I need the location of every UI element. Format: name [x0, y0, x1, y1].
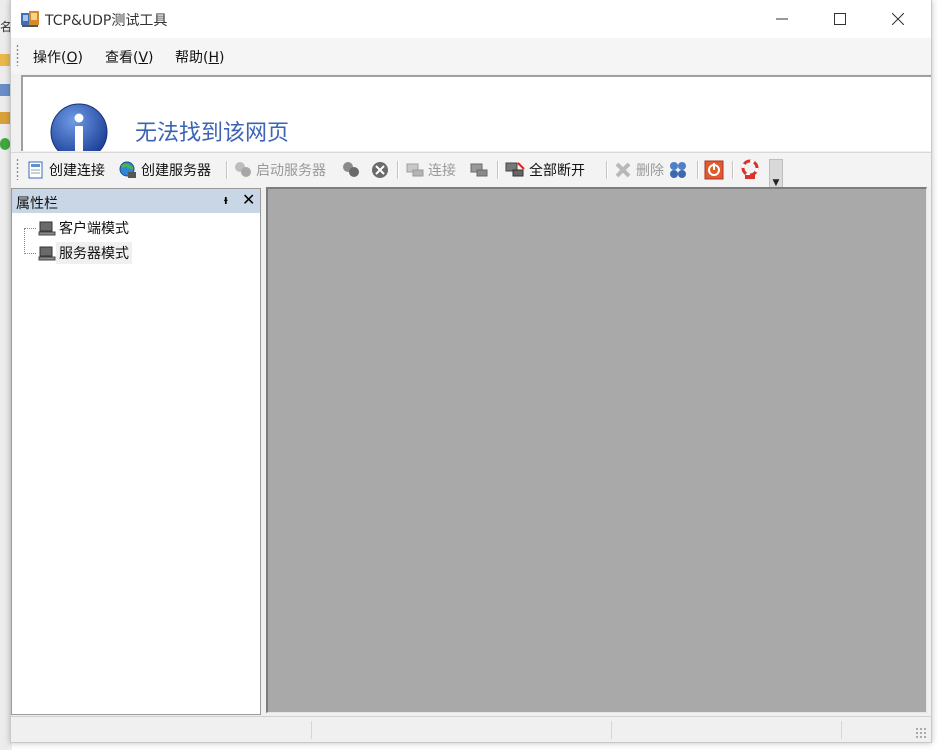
toolbar-separator [226, 161, 228, 179]
menu-bar: 操作(O) 查看(V) 帮助(H) [11, 38, 931, 74]
stop-server-icon [343, 162, 359, 177]
minimize-button[interactable] [753, 0, 811, 38]
menu-view[interactable]: 查看(V) [105, 47, 154, 67]
help-button[interactable] [739, 159, 764, 181]
computer-icon [38, 221, 56, 236]
mdi-client-area[interactable] [266, 187, 927, 713]
new-document-icon [28, 161, 43, 179]
properties-panel: 属性栏 ᵼ ✕ 客户端模式 服务器模式 [11, 188, 261, 715]
panel-header: 属性栏 ᵼ ✕ [12, 189, 260, 213]
close-icon [892, 13, 904, 25]
status-bar [11, 716, 931, 742]
toolbar-overflow-button[interactable]: ▼ [769, 159, 783, 189]
create-connection-button[interactable]: 创建连接 [26, 159, 105, 181]
app-window: TCP&UDP测试工具 操作(O) 查看(V) 帮助(H) 无法找到该网页 创建… [10, 0, 932, 743]
cancel-circle-icon [372, 162, 388, 178]
tree-connector [24, 228, 25, 254]
app-icon [21, 11, 39, 27]
tree-connector [24, 228, 36, 229]
status-separator [611, 721, 612, 739]
window-title: TCP&UDP测试工具 [45, 13, 168, 29]
tree-item-client-mode[interactable]: 客户端模式 [38, 217, 132, 239]
start-server-icon [235, 162, 251, 177]
background-app-icon [0, 84, 10, 96]
disconnect-button[interactable] [469, 159, 492, 181]
create-server-button[interactable]: 创建服务器 [118, 159, 211, 181]
info-icon [50, 103, 108, 151]
power-icon [704, 160, 724, 180]
background-file-icon [0, 112, 10, 124]
delete-all-icon [670, 162, 686, 178]
toolbar-grip[interactable] [16, 158, 19, 180]
globe-server-icon [119, 161, 136, 178]
connect-button[interactable]: 连接 [405, 159, 456, 181]
start-server-button[interactable]: 启动服务器 [233, 159, 326, 181]
delete-button[interactable]: 删除 [613, 159, 664, 181]
background-folder-icon [0, 54, 10, 66]
toolbar-separator [497, 161, 499, 179]
menu-help[interactable]: 帮助(H) [175, 47, 224, 67]
background-refresh-icon [0, 138, 10, 150]
title-bar[interactable]: TCP&UDP测试工具 [11, 0, 931, 38]
status-separator [841, 721, 842, 739]
panel-close-icon[interactable]: ✕ [242, 190, 255, 209]
tree-item-server-mode[interactable]: 服务器模式 [38, 242, 132, 264]
resize-grip[interactable] [915, 727, 927, 739]
power-button[interactable] [704, 159, 727, 181]
toolbar-separator [606, 161, 608, 179]
tree-connector [24, 253, 36, 254]
connect-icon [406, 163, 424, 177]
maximize-button[interactable] [811, 0, 869, 38]
web-view: 无法找到该网页 [21, 75, 931, 151]
menu-grip[interactable] [16, 44, 19, 66]
toolbar-separator [697, 161, 699, 179]
menu-operate[interactable]: 操作(O) [33, 47, 83, 67]
help-lifebuoy-icon [741, 159, 759, 179]
maximize-icon [834, 13, 846, 25]
minimize-icon [776, 18, 788, 20]
panel-title: 属性栏 [16, 196, 58, 212]
disconnect-all-icon [505, 162, 525, 177]
cancel-button[interactable] [370, 159, 393, 181]
toolbar: 创建连接 创建服务器 启动服务器 连接 全部断开 删除 ▼ [11, 152, 931, 189]
toolbar-separator [397, 161, 399, 179]
computer-icon [38, 246, 56, 261]
status-separator [311, 721, 312, 739]
stop-server-button[interactable] [341, 159, 364, 181]
toolbar-separator [732, 161, 734, 179]
page-not-found-text: 无法找到该网页 [135, 121, 290, 146]
delete-all-button[interactable] [667, 159, 692, 181]
delete-icon [615, 162, 631, 178]
disconnect-all-button[interactable]: 全部断开 [504, 159, 585, 181]
disconnect-icon [470, 163, 488, 177]
close-button[interactable] [869, 0, 927, 38]
pin-icon[interactable]: ᵼ [224, 192, 228, 208]
